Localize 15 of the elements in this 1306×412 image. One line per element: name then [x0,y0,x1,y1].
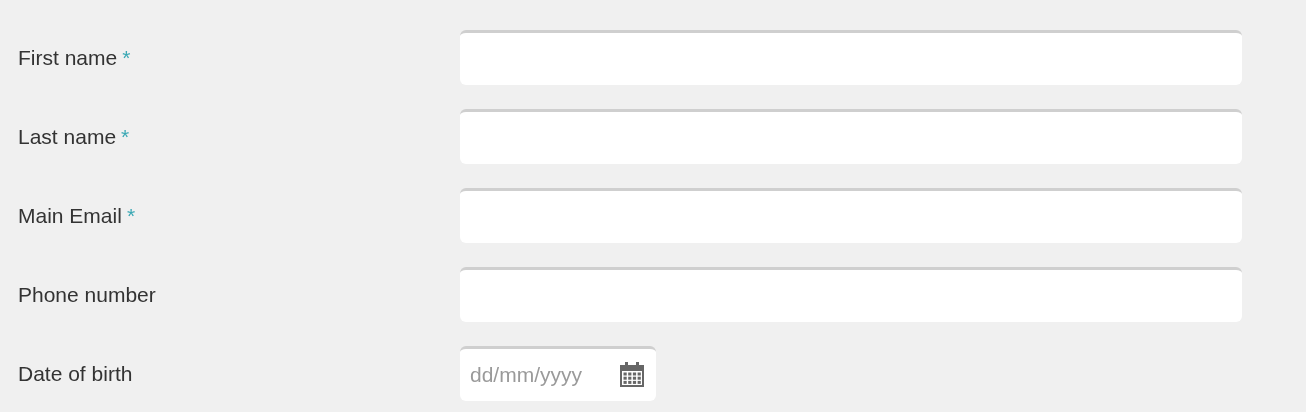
text-field[interactable] [460,30,1242,85]
text-field[interactable] [460,188,1242,243]
date-picker[interactable]: dd/mm/yyyy [460,346,656,401]
date-field[interactable]: dd/mm/yyyy [470,359,610,391]
field-label: Main Email [18,202,122,229]
required-mark: * [126,202,136,229]
text-field[interactable] [460,267,1242,322]
field-label: First name [18,44,118,71]
required-mark: * [121,123,130,150]
field-label: Date of birth [18,360,133,387]
field-label: Last name [18,123,117,150]
field-label: Phone number [18,281,156,308]
calendar-icon [618,361,646,389]
required-mark: * [122,44,131,71]
text-field[interactable] [460,109,1242,164]
